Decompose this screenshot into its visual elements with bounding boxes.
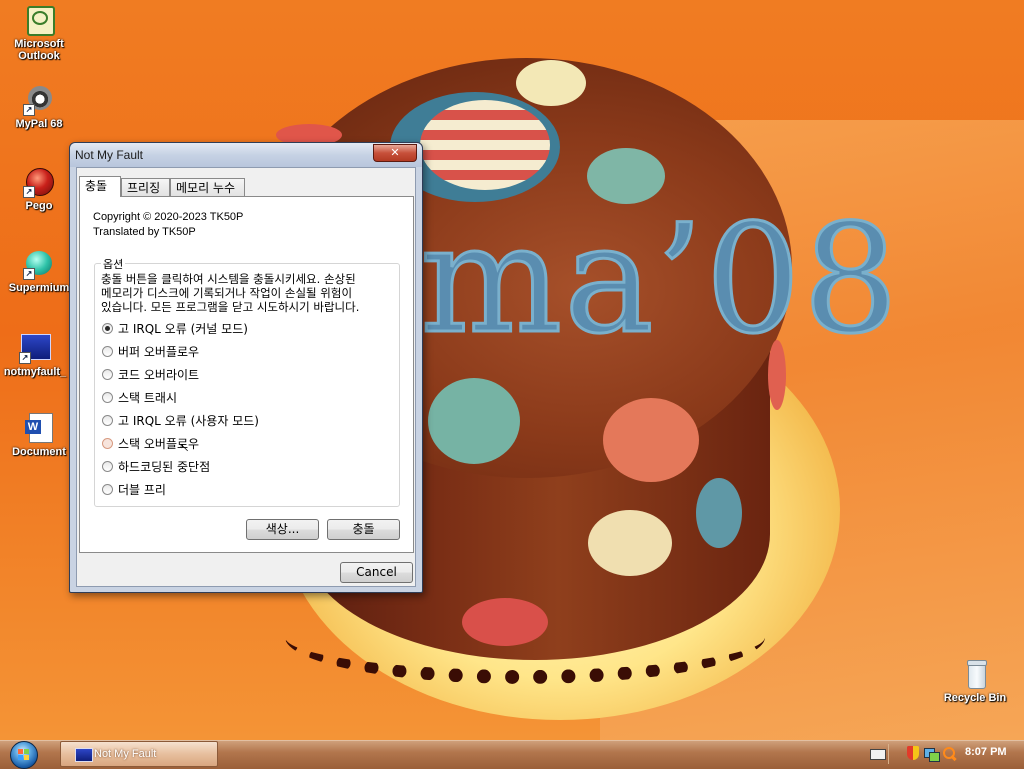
desktop-icon-label: Microsoft (14, 38, 64, 50)
tab-memory-leak[interactable]: 메모리 누수 (170, 178, 245, 196)
desktop-icon-mypal[interactable]: ↗ MyPal 68 (4, 84, 74, 130)
wallpaper-dot (516, 60, 586, 106)
start-button[interactable] (5, 741, 41, 769)
wallpaper-dot (420, 100, 550, 190)
security-shield-icon[interactable] (905, 745, 921, 761)
not-my-fault-window: Not My Fault ✕ 충돌 프리징 메모리 누수 Copyright ©… (69, 142, 423, 593)
windows-logo-icon (10, 741, 38, 769)
shortcut-arrow-icon: ↗ (23, 268, 35, 280)
desktop-icon-label: Supermium (8, 282, 70, 294)
wallpaper-cake-lettering: ma’08 (418, 193, 901, 367)
options-description-line: 메모리가 디스크에 기록되거나 작업이 손실될 위험이 (101, 286, 353, 300)
desktop-icon-pego[interactable]: ↗ Pego (4, 166, 74, 212)
window-title: Not My Fault (75, 148, 144, 162)
translator-text: Translated by TK50P (93, 226, 196, 238)
radio-button[interactable] (102, 460, 113, 472)
color-button[interactable]: 색상... (246, 519, 319, 540)
supermium-icon: ↗ (23, 248, 55, 280)
options-description-line: 충돌 버튼을 클릭하여 시스템을 충돌시키세요. 손상된 (101, 272, 356, 286)
options-group-label: 옵션 (101, 256, 126, 272)
option-hardcoded-breakpoint[interactable]: 하드코딩된 중단점 (102, 457, 210, 475)
radio-button[interactable] (102, 368, 113, 380)
close-button[interactable]: ✕ (373, 144, 417, 162)
copyright-info: Copyright © 2020-2023 TK50P Translated b… (93, 210, 243, 240)
desktop-icon-label: notmyfault_ (3, 366, 67, 378)
notmyfault-icon: ↗ (19, 332, 51, 364)
desktop-icon-label: Recycle Bin (943, 692, 1007, 704)
notmyfault-app-icon (75, 748, 93, 762)
options-groupbox: 옵션 충돌 버튼을 클릭하여 시스템을 충돌시키세요. 손상된 메모리가 디스크… (94, 256, 400, 507)
option-code-overwrite[interactable]: 코드 오버라이트 (102, 365, 199, 383)
option-label: 더블 프리 (118, 482, 166, 497)
desktop-icon-recycle-bin[interactable]: Recycle Bin (940, 658, 1010, 704)
radio-button[interactable] (102, 483, 113, 495)
outlook-icon (23, 4, 55, 36)
options-description-line: 있습니다. 모든 프로그램을 닫고 시도하시기 바랍니다. (101, 300, 360, 314)
desktop-icon-outlook[interactable]: Microsoft Outlook (4, 4, 74, 62)
desktop-icon-notmyfault[interactable]: ↗ notmyfault_ (0, 332, 70, 378)
desktop-icon-label: MyPal 68 (15, 118, 63, 130)
option-label: 고 IRQL 오류 (커널 모드) (118, 321, 248, 336)
option-label: 하드코딩된 중단점 (118, 459, 211, 474)
word-document-icon: W (23, 412, 55, 444)
radio-button[interactable] (102, 437, 113, 449)
option-label: 고 IRQL 오류 (사용자 모드) (118, 413, 259, 428)
taskbar-button-label: Not My Fault (94, 748, 157, 760)
option-label: 스택 트래시 (118, 390, 178, 405)
radio-button[interactable] (102, 345, 113, 357)
taskbar-clock[interactable]: 8:07 PM (965, 746, 1007, 758)
tab-crash[interactable]: 충돌 (79, 176, 121, 197)
option-buffer-overflow[interactable]: 버퍼 오버플로우 (102, 342, 199, 360)
desktop-icon-label: Document (12, 446, 66, 458)
recycle-bin-icon (959, 658, 991, 690)
option-high-irql-user[interactable]: 고 IRQL 오류 (사용자 모드) (102, 411, 259, 429)
desktop-icon-label: Outlook (18, 50, 60, 62)
desktop-icon-label: Pego (25, 200, 53, 212)
wallpaper-dot (603, 398, 699, 482)
crash-tab-panel: Copyright © 2020-2023 TK50P Translated b… (79, 196, 414, 553)
option-stack-trash[interactable]: 스택 트래시 (102, 388, 177, 406)
shortcut-arrow-icon: ↗ (23, 104, 35, 116)
wallpaper-dot (696, 478, 742, 548)
wallpaper-dot (462, 598, 548, 646)
shortcut-arrow-icon: ↗ (19, 352, 31, 364)
tray-separator (888, 744, 889, 764)
window-client-area: 충돌 프리징 메모리 누수 Copyright © 2020-2023 TK50… (76, 167, 416, 587)
options-description: 충돌 버튼을 클릭하여 시스템을 충돌시키세요. 손상된 메모리가 디스크에 기… (101, 272, 395, 314)
cancel-button[interactable]: Cancel (340, 562, 413, 583)
network-icon[interactable] (923, 745, 940, 762)
shortcut-arrow-icon: ↗ (23, 186, 35, 198)
radio-button[interactable] (102, 414, 113, 426)
option-label: 코드 오버라이트 (118, 367, 200, 382)
search-icon[interactable] (941, 745, 957, 762)
window-titlebar[interactable]: Not My Fault ✕ (70, 143, 422, 167)
desktop-icon-document[interactable]: W Document (4, 412, 74, 458)
pego-icon: ↗ (23, 166, 55, 198)
option-high-irql-kernel[interactable]: 고 IRQL 오류 (커널 모드) (102, 319, 248, 337)
radio-button[interactable] (102, 391, 113, 403)
close-icon: ✕ (390, 146, 400, 159)
wallpaper-dot (428, 378, 520, 464)
tab-freeze[interactable]: 프리징 (121, 178, 170, 196)
desktop-icon-supermium[interactable]: ↗ Supermium (4, 248, 74, 294)
crash-button[interactable]: 충돌 (327, 519, 400, 540)
taskbar-button-not-my-fault[interactable]: Not My Fault (60, 741, 218, 767)
keyboard-icon[interactable] (869, 745, 886, 761)
mypal-icon: ↗ (23, 84, 55, 116)
radio-button-selected[interactable] (102, 322, 113, 334)
copyright-text: Copyright © 2020-2023 TK50P (93, 211, 244, 223)
option-double-free[interactable]: 더블 프리 (102, 480, 166, 498)
option-stack-overflow[interactable]: 스택 오버플로우 🡔 (102, 434, 199, 456)
wallpaper-dot (588, 510, 672, 576)
option-label: 버퍼 오버플로우 (118, 344, 200, 359)
